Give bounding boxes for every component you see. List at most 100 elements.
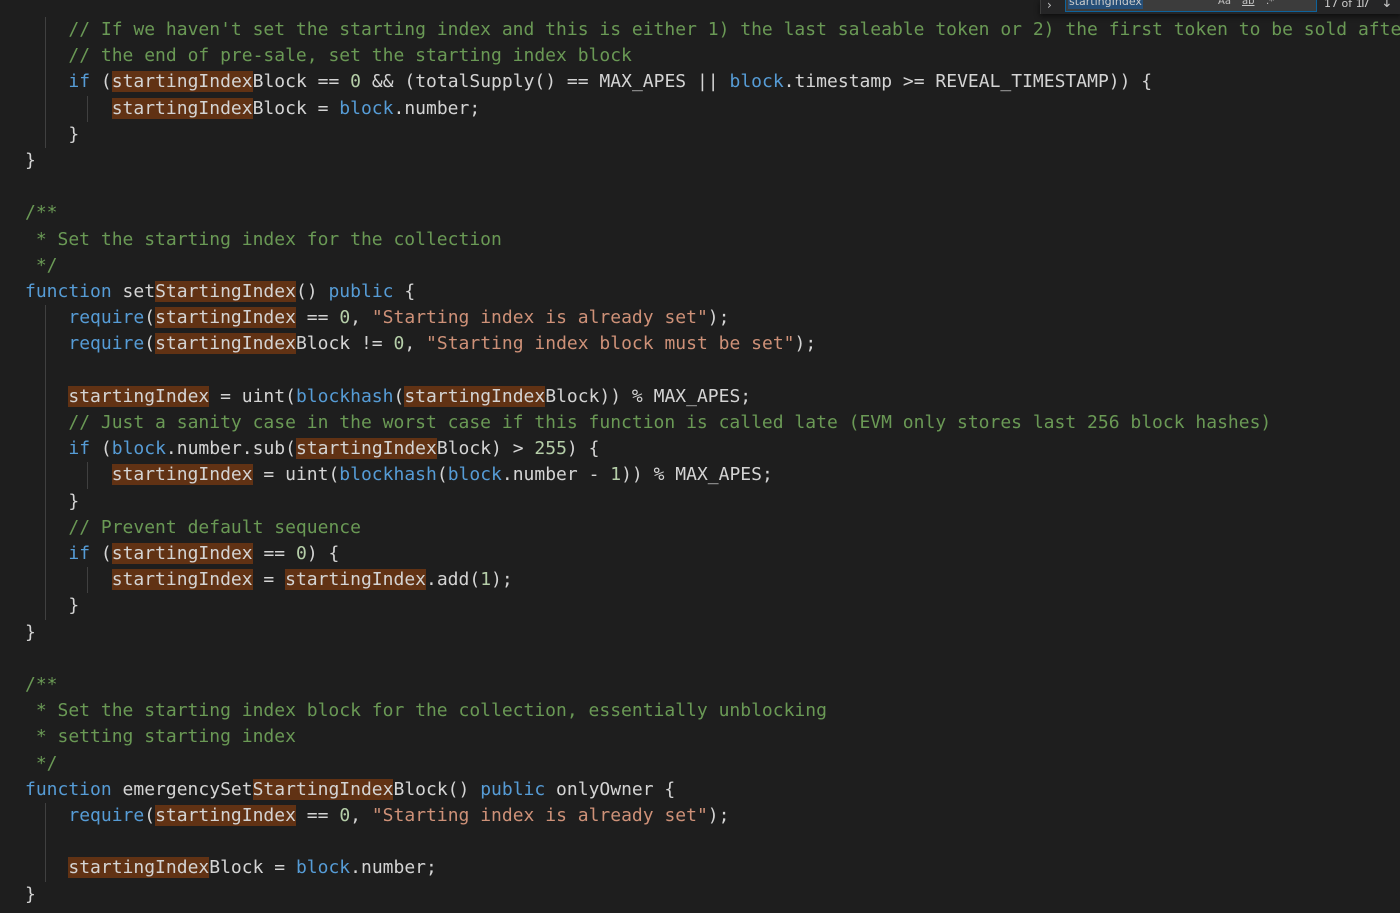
indent-guide: [45, 803, 46, 882]
indent-guide: [87, 567, 88, 594]
code-editor[interactable]: // If we haven't set the starting index …: [0, 0, 1400, 913]
search-match: startingIndex: [111, 569, 253, 591]
code-token: .number.sub(: [165, 438, 296, 460]
code-line[interactable]: require(startingIndexBlock != 0, "Starti…: [25, 331, 816, 357]
code-line[interactable]: startingIndexBlock = block.number;: [25, 96, 480, 122]
code-token: Block !=: [295, 333, 394, 355]
code-token: .add(: [426, 569, 481, 591]
search-match: startingIndex: [155, 805, 296, 826]
code-line[interactable]: }: [25, 122, 79, 148]
code-token: 0: [295, 543, 307, 564]
code-token: 1: [480, 569, 492, 591]
code-token: /**: [25, 674, 58, 695]
code-token: (: [144, 307, 156, 329]
code-token: }: [25, 490, 80, 512]
code-token: * Set the starting index for the collect…: [25, 228, 502, 250]
code-line[interactable]: function setStartingIndex() public {: [25, 279, 415, 305]
indent-guide: [45, 17, 46, 148]
code-token: = uint(: [209, 385, 296, 407]
code-line[interactable]: startingIndex = uint(blockhash(block.num…: [25, 462, 773, 488]
code-token: function: [25, 778, 112, 800]
code-line[interactable]: /**: [25, 672, 58, 698]
code-token: );: [707, 307, 730, 329]
code-token: }: [25, 595, 80, 617]
find-widget: › startingIndex Aa ab .* 17 of 17 ↑ ↓: [1040, 0, 1400, 14]
code-line[interactable]: */: [25, 253, 58, 279]
code-line[interactable]: }: [25, 593, 79, 619]
code-line[interactable]: * Set the starting index for the collect…: [25, 227, 502, 253]
code-token: ,: [404, 333, 427, 355]
code-token: Block)) % MAX_APES;: [545, 385, 752, 407]
arrow-down-icon[interactable]: ↓: [1381, 0, 1393, 11]
code-token: * Set the starting index block for the c…: [25, 700, 827, 722]
whole-word-toggle[interactable]: ab: [1242, 0, 1254, 7]
code-token: (: [90, 543, 112, 564]
code-token: );: [491, 569, 513, 591]
code-token: emergencySet: [111, 778, 253, 800]
code-line[interactable]: startingIndexBlock = block.number;: [25, 855, 437, 881]
search-match: startingIndex: [295, 438, 437, 460]
find-input[interactable]: startingIndex: [1065, 0, 1317, 12]
code-token: (: [90, 438, 112, 460]
code-line[interactable]: if (startingIndex == 0) {: [25, 541, 339, 567]
search-match: startingIndex: [404, 385, 546, 407]
search-match: startingIndex: [155, 333, 296, 355]
code-token: "Starting index block must be set": [426, 333, 795, 355]
code-token: 0: [350, 71, 362, 93]
code-token: if: [68, 438, 91, 460]
code-token: // If we haven't set the starting index …: [68, 19, 1400, 40]
code-token: (): [295, 281, 329, 302]
code-line[interactable]: // the end of pre-sale, set the starting…: [25, 43, 632, 69]
code-line[interactable]: if (block.number.sub(startingIndexBlock)…: [25, 436, 599, 462]
search-match: startingIndex: [285, 569, 426, 591]
code-token: Block ==: [252, 71, 351, 93]
code-line[interactable]: require(startingIndex == 0, "Starting in…: [25, 305, 729, 331]
search-match: startingIndex: [111, 543, 253, 564]
code-line[interactable]: startingIndex = startingIndex.add(1);: [25, 567, 513, 593]
code-line[interactable]: }: [25, 882, 36, 908]
code-line[interactable]: if (startingIndexBlock == 0 && (totalSup…: [25, 69, 1152, 95]
regex-toggle[interactable]: .*: [1266, 0, 1274, 7]
code-token: // Just a sanity case in the worst case …: [68, 412, 1272, 433]
arrow-up-icon[interactable]: ↑: [1357, 0, 1369, 11]
match-case-toggle[interactable]: Aa: [1218, 0, 1231, 7]
code-line[interactable]: * Set the starting index block for the c…: [25, 698, 827, 724]
code-line[interactable]: function emergencySetStartingIndexBlock(…: [25, 777, 675, 803]
code-token: Block =: [209, 857, 296, 879]
code-line[interactable]: startingIndex = uint(blockhash(startingI…: [25, 384, 751, 410]
code-token: function: [25, 281, 112, 302]
code-token: if: [68, 543, 91, 564]
code-line[interactable]: }: [25, 148, 36, 174]
search-match: startingIndex: [111, 97, 253, 119]
code-token: (: [144, 805, 156, 826]
code-token: }: [25, 883, 36, 905]
code-line[interactable]: * setting starting index: [25, 724, 296, 750]
search-match: StartingIndex: [252, 778, 394, 800]
code-token: public: [328, 281, 394, 302]
code-token: )) % MAX_APES;: [621, 464, 773, 486]
code-line[interactable]: // If we haven't set the starting index …: [25, 17, 1400, 43]
code-token: block: [295, 857, 351, 879]
code-token: blockhash: [295, 385, 394, 407]
code-line[interactable]: // Prevent default sequence: [25, 515, 361, 541]
code-line[interactable]: // Just a sanity case in the worst case …: [25, 410, 1271, 436]
code-line[interactable]: }: [25, 489, 79, 515]
code-line[interactable]: require(startingIndex == 0, "Starting in…: [25, 803, 729, 829]
chevron-right-icon[interactable]: ›: [1047, 0, 1052, 12]
code-token: (: [436, 464, 448, 486]
code-token: public: [480, 778, 546, 800]
code-line[interactable]: */: [25, 751, 58, 777]
code-token: 0: [393, 333, 405, 355]
code-line[interactable]: }: [25, 620, 36, 646]
code-line[interactable]: /**: [25, 200, 58, 226]
code-token: }: [25, 123, 80, 145]
search-match: startingIndex: [111, 71, 253, 93]
